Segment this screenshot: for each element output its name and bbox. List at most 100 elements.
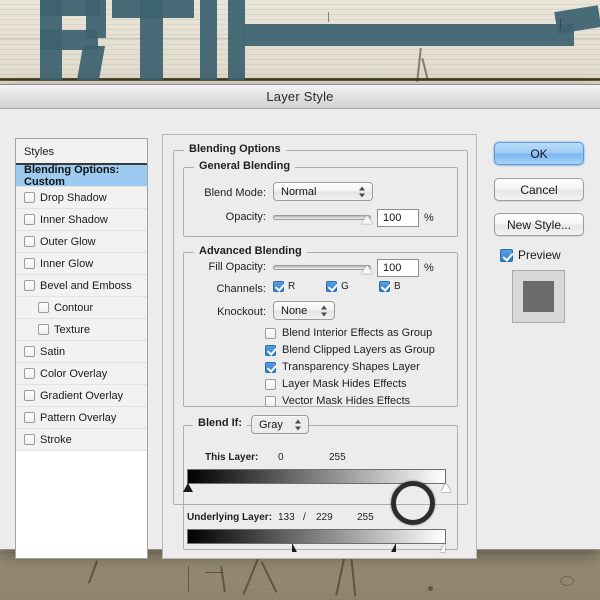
sidebar-item-contour[interactable]: Contour — [16, 297, 147, 319]
option-transparency-shapes-layer[interactable]: Transparency Shapes Layer — [265, 361, 420, 373]
general-blending-group-label: General Blending — [194, 160, 296, 172]
bevel-and-emboss-checkbox[interactable] — [24, 280, 35, 291]
painted-letter-i — [228, 0, 245, 80]
sidebar-item-texture[interactable]: Texture — [16, 319, 147, 341]
channel-r-checkbox[interactable]: R — [273, 281, 295, 292]
fill-opacity-slider-handle[interactable] — [361, 265, 373, 274]
sidebar-item-inner-shadow[interactable]: Inner Shadow — [16, 209, 147, 231]
channel-g-checkbox[interactable]: G — [326, 281, 349, 292]
blend-mode-label: Blend Mode: — [204, 187, 266, 199]
pattern-overlay-checkbox[interactable] — [24, 412, 35, 423]
chevron-updown-icon — [295, 418, 302, 431]
this-layer-white-handle[interactable] — [441, 483, 451, 492]
channel-b-checkbox[interactable]: B — [379, 281, 401, 292]
wood-scratch — [260, 561, 278, 593]
underlying-white-handle[interactable] — [440, 543, 445, 552]
knockout-value: None — [281, 304, 308, 317]
sidebar-item-drop-shadow[interactable]: Drop Shadow — [16, 187, 147, 209]
wood-scratch — [87, 560, 99, 584]
cancel-button-label: Cancel — [520, 182, 558, 197]
inner-glow-checkbox[interactable] — [24, 258, 35, 269]
underlying-low-b-value: 229 — [316, 512, 333, 523]
sidebar-item-label: Satin — [40, 345, 66, 358]
opacity-unit: % — [424, 212, 434, 224]
opacity-input[interactable]: 100 — [377, 209, 419, 227]
sidebar-item-stroke[interactable]: Stroke — [16, 429, 147, 451]
blend-if-channel-value: Gray — [259, 418, 283, 431]
ok-button[interactable]: OK — [494, 142, 584, 165]
this-layer-low-value: 0 — [278, 452, 284, 463]
fill-opacity-label: Fill Opacity: — [208, 261, 266, 273]
styles-list-panel[interactable]: Styles Blending Options: Custom Drop Sha… — [15, 138, 148, 559]
checkbox-icon[interactable] — [265, 344, 276, 356]
sidebar-item-label: Pattern Overlay — [40, 411, 117, 424]
this-layer-black-handle[interactable] — [183, 483, 193, 492]
sidebar-item-label: Outer Glow — [40, 235, 96, 248]
knockout-select[interactable]: None — [273, 301, 335, 320]
this-layer-label: This Layer: — [205, 452, 259, 463]
wood-scratch — [188, 566, 189, 592]
checkbox-icon[interactable] — [265, 327, 276, 339]
option-vector-mask-hides-effects[interactable]: Vector Mask Hides Effects — [265, 395, 410, 407]
fill-opacity-input[interactable]: 100 — [377, 259, 419, 277]
wood-speck — [428, 586, 433, 591]
outer-glow-checkbox[interactable] — [24, 236, 35, 247]
underlying-layer-gradient-ramp[interactable] — [187, 529, 446, 544]
cancel-button[interactable]: Cancel — [494, 178, 584, 201]
new-style-button[interactable]: New Style... — [494, 213, 584, 236]
sidebar-item-color-overlay[interactable]: Color Overlay — [16, 363, 147, 385]
contour-checkbox[interactable] — [38, 302, 49, 313]
sidebar-item-satin[interactable]: Satin — [16, 341, 147, 363]
wood-crack — [416, 47, 422, 83]
stroke-checkbox[interactable] — [24, 434, 35, 445]
blend-mode-value: Normal — [281, 185, 317, 198]
checkbox-icon[interactable] — [265, 361, 276, 373]
drop-shadow-checkbox[interactable] — [24, 192, 35, 203]
fill-opacity-value: 100 — [383, 262, 402, 274]
fill-opacity-slider[interactable] — [273, 265, 371, 270]
blend-if-label: Blend If: — [193, 417, 247, 429]
sidebar-item-pattern-overlay[interactable]: Pattern Overlay — [16, 407, 147, 429]
option-label: Blend Interior Effects as Group — [282, 327, 433, 339]
blend-if-channel-select[interactable]: Gray — [251, 415, 309, 434]
opacity-slider[interactable] — [273, 215, 371, 220]
color-overlay-checkbox[interactable] — [24, 368, 35, 379]
advanced-blending-group-label: Advanced Blending — [194, 245, 307, 257]
wood-scratch — [220, 565, 226, 593]
checkbox-icon[interactable] — [265, 378, 276, 390]
dialog-titlebar[interactable]: Layer Style — [0, 85, 600, 109]
checkbox-icon[interactable] — [265, 395, 276, 407]
checkbox-icon[interactable] — [379, 281, 390, 292]
sidebar-item-blending-options[interactable]: Blending Options: Custom — [16, 164, 147, 188]
option-blend-clipped-layers[interactable]: Blend Clipped Layers as Group — [265, 344, 435, 356]
sidebar-item-bevel-and-emboss[interactable]: Bevel and Emboss — [16, 275, 147, 297]
underlying-low-a-value: 133 — [278, 512, 295, 523]
sidebar-item-gradient-overlay[interactable]: Gradient Overlay — [16, 385, 147, 407]
sidebar-item-label: Color Overlay — [40, 367, 108, 380]
underlying-black-handle-right[interactable] — [391, 543, 396, 552]
sidebar-item-inner-glow[interactable]: Inner Glow — [16, 253, 147, 275]
option-label: Layer Mask Hides Effects — [282, 378, 407, 390]
chevron-updown-icon — [321, 304, 328, 317]
underlying-black-handle-left[interactable] — [292, 543, 297, 552]
blend-mode-select[interactable]: Normal — [273, 182, 373, 201]
checkbox-icon[interactable] — [500, 248, 513, 262]
chevron-updown-icon — [359, 185, 366, 198]
inner-shadow-checkbox[interactable] — [24, 214, 35, 225]
checkbox-icon[interactable] — [326, 281, 337, 292]
preview-thumbnail — [512, 270, 565, 323]
opacity-label: Opacity: — [225, 211, 266, 223]
gradient-overlay-checkbox[interactable] — [24, 390, 35, 401]
preview-checkbox-row[interactable]: Preview — [500, 248, 561, 262]
wood-scratch — [242, 557, 260, 595]
underlying-high-value: 255 — [357, 512, 374, 523]
texture-checkbox[interactable] — [38, 324, 49, 335]
checkbox-icon[interactable] — [273, 281, 284, 292]
opacity-slider-handle[interactable] — [361, 215, 373, 224]
satin-checkbox[interactable] — [24, 346, 35, 357]
ok-button-label: OK — [530, 146, 548, 161]
sidebar-item-label: Bevel and Emboss — [40, 279, 132, 292]
option-blend-interior-effects[interactable]: Blend Interior Effects as Group — [265, 327, 432, 339]
option-layer-mask-hides-effects[interactable]: Layer Mask Hides Effects — [265, 378, 407, 390]
sidebar-item-outer-glow[interactable]: Outer Glow — [16, 231, 147, 253]
